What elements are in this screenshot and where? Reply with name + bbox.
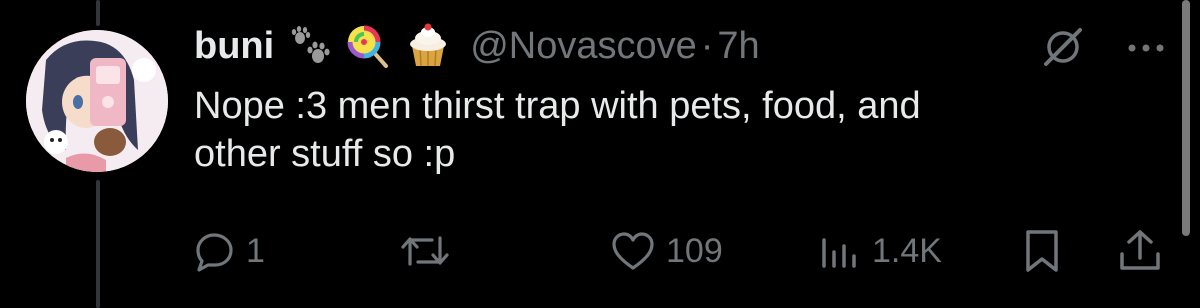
- post-text-line-2: other stuff so :p: [194, 133, 456, 175]
- like-count: 109: [666, 231, 723, 270]
- views-button[interactable]: 1.4K: [818, 224, 942, 278]
- avatar[interactable]: [26, 30, 168, 172]
- scrollbar[interactable]: [1182, 0, 1190, 236]
- bookmark-button[interactable]: [1020, 224, 1064, 278]
- share-icon: [1116, 228, 1164, 274]
- author-display-name[interactable]: buni: [194, 25, 274, 68]
- repost-button[interactable]: [398, 224, 462, 278]
- post-text: Nope :3 men thirst trap with pets, food,…: [194, 82, 1154, 178]
- post-header: buni @Novascove · 7h: [194, 20, 760, 72]
- thread-line-top: [96, 0, 100, 26]
- reply-count: 1: [246, 231, 265, 270]
- cupcake-emoji: [404, 22, 452, 70]
- author-handle[interactable]: @Novascove: [470, 25, 697, 68]
- views-icon: [818, 230, 862, 272]
- paw-prints-emoji: [288, 24, 332, 68]
- repost-icon: [398, 230, 452, 272]
- views-count: 1.4K: [872, 231, 942, 270]
- share-button[interactable]: [1116, 224, 1164, 278]
- grok-icon[interactable]: [1040, 24, 1086, 75]
- like-icon: [610, 230, 656, 272]
- bookmark-icon: [1020, 228, 1064, 274]
- post-text-line-1: Nope :3 men thirst trap with pets, food,…: [194, 85, 921, 127]
- separator-dot: ·: [700, 24, 714, 67]
- reply-icon: [194, 230, 236, 272]
- post-timestamp[interactable]: 7h: [717, 25, 759, 68]
- more-icon[interactable]: [1124, 30, 1168, 71]
- like-button[interactable]: 109: [610, 224, 723, 278]
- reply-button[interactable]: 1: [194, 224, 265, 278]
- lollipop-emoji: [346, 24, 390, 68]
- thread-line-bottom: [96, 180, 100, 308]
